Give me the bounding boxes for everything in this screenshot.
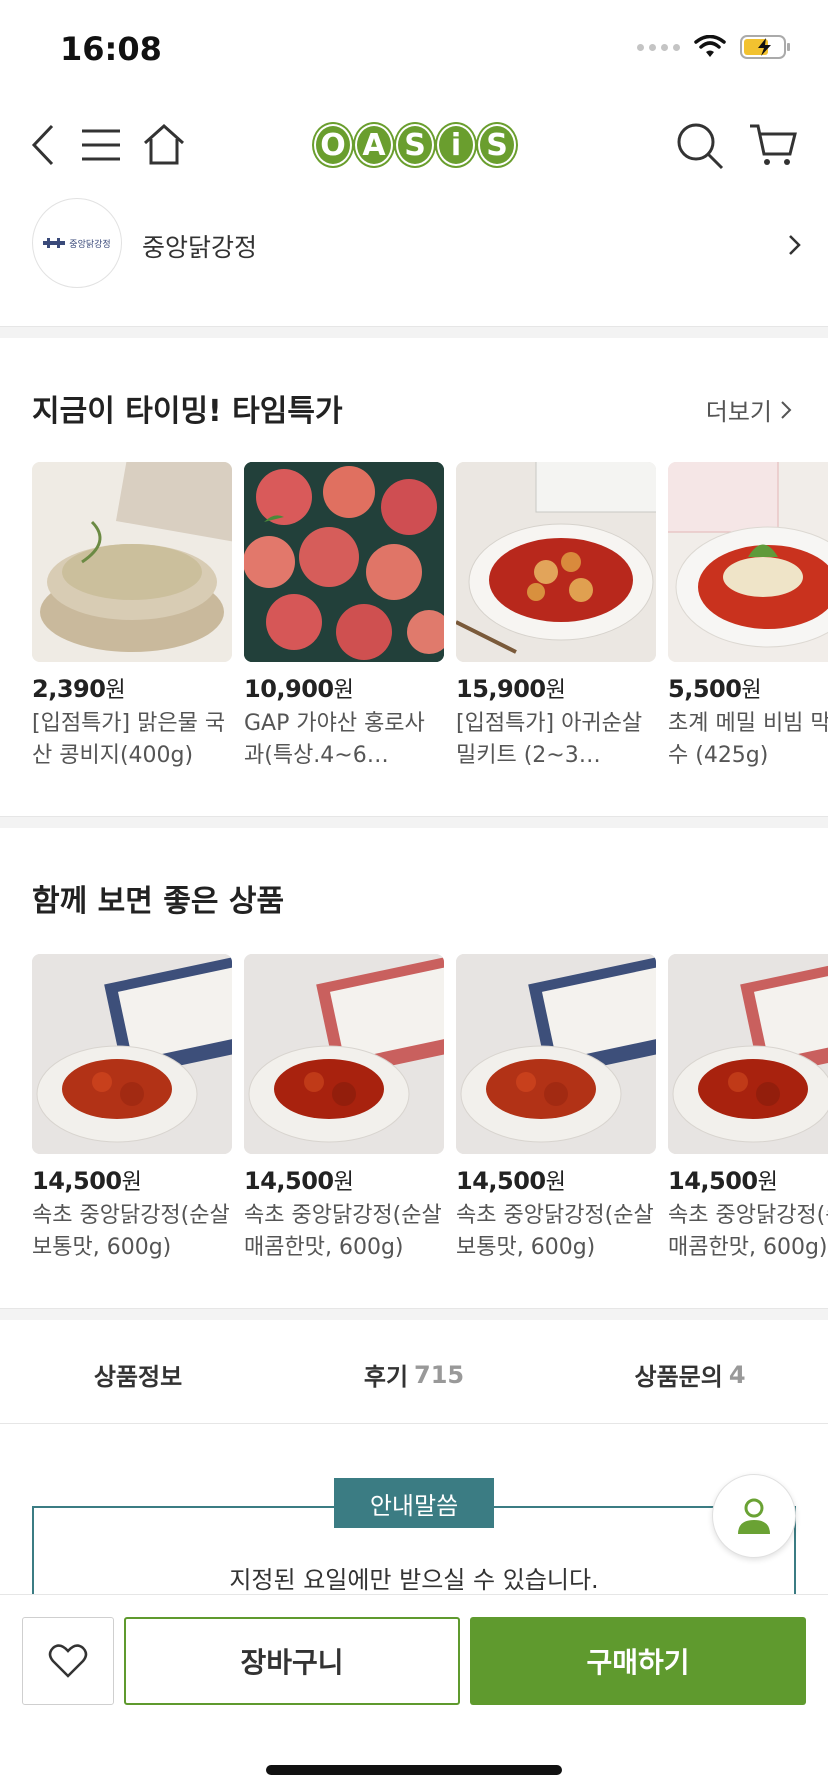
menu-icon[interactable] (82, 128, 120, 162)
logo-letter: S (478, 124, 516, 166)
battery-charging-icon (740, 35, 790, 59)
product-price: 14,500원 (32, 1167, 142, 1195)
logo-letter: i (437, 124, 475, 166)
tab-inquiries[interactable]: 상품문의 4 (552, 1326, 828, 1423)
add-to-cart-button[interactable]: 장바구니 (124, 1617, 460, 1705)
tab-label: 상품정보 (93, 1363, 183, 1391)
tab-count: 4 (728, 1360, 746, 1389)
chevron-right-icon (789, 235, 801, 255)
notice-text: 지정된 요일에만 받으실 수 있습니다. (229, 1566, 599, 1594)
profile-fab[interactable] (712, 1474, 796, 1558)
wishlist-button[interactable] (22, 1617, 114, 1705)
buy-now-button[interactable]: 구매하기 (470, 1617, 806, 1705)
product-card[interactable]: 10,900원 GAP 가야산 홍로사과(특상.4~6… (244, 462, 444, 772)
brand-logo: 중앙닭강정 (32, 198, 122, 288)
chevron-right-icon (781, 400, 792, 419)
product-image (456, 462, 656, 662)
time-deal-list: 2,390원 [입점특가] 맑은물 국산 콩비지(400g) 10,900원 G… (32, 462, 828, 772)
tab-label: 상품문의 (634, 1363, 723, 1391)
product-card[interactable]: 14,500원 속초 중앙닭강정(순살 보통맛, 600g) (456, 954, 656, 1264)
back-icon[interactable] (28, 122, 58, 168)
wifi-icon (694, 35, 726, 57)
product-price: 15,900원 (456, 675, 566, 703)
notice-tag: 안내말씀 (334, 1478, 494, 1528)
product-card[interactable]: 2,390원 [입점특가] 맑은물 국산 콩비지(400g) (32, 462, 232, 772)
tab-product-info[interactable]: 상품정보 (0, 1326, 276, 1423)
product-price: 14,500원 (668, 1167, 778, 1195)
status-time: 16:08 (60, 30, 162, 68)
product-name: GAP 가야산 홍로사과(특상.4~6… (244, 711, 425, 768)
bottom-action-bar: 장바구니 구매하기 (0, 1594, 828, 1792)
product-card[interactable]: 14,500원 속초 중앙닭강정(순살 매콤한맛, 600g) (244, 954, 444, 1264)
product-name: 속초 중앙닭강정(순살 보통맛, 600g) (32, 1203, 230, 1260)
product-name: 초계 메밀 비빔 막국수 (425g) (668, 711, 828, 768)
logo-letter: O (314, 124, 352, 166)
product-image (456, 954, 656, 1154)
product-name: [입점특가] 아귀순살 밀키트 (2~3… (456, 711, 643, 768)
product-image (32, 462, 232, 662)
product-name: 속초 중앙닭강정(순살 보통맛, 600g) (456, 1203, 654, 1260)
section-divider (0, 816, 828, 828)
detail-tabs: 상품정보 후기 715 상품문의 4 (0, 1326, 828, 1424)
tab-count: 715 (414, 1360, 465, 1389)
logo-letter: S (396, 124, 434, 166)
oasis-logo[interactable]: O A S i S (314, 124, 516, 166)
tab-label: 후기 (363, 1363, 409, 1391)
product-price: 2,390원 (32, 675, 126, 703)
brand-emblem-icon (43, 238, 66, 248)
signal-icon (637, 43, 680, 51)
product-name: 속초 중앙닭강정(순살 매콤한맛, 600g) (668, 1203, 828, 1260)
search-icon[interactable] (676, 122, 724, 170)
product-name: 속초 중앙닭강정(순살 매콤한맛, 600g) (244, 1203, 442, 1260)
tab-reviews[interactable]: 후기 715 (276, 1326, 552, 1423)
product-card[interactable]: 15,900원 [입점특가] 아귀순살 밀키트 (2~3… (456, 462, 656, 772)
product-image (244, 462, 444, 662)
section-divider (0, 1308, 828, 1320)
cart-icon[interactable] (748, 122, 798, 168)
home-indicator (266, 1765, 562, 1775)
product-image (32, 954, 232, 1154)
product-price: 5,500원 (668, 675, 762, 703)
product-image (244, 954, 444, 1154)
product-card[interactable]: 14,500원 속초 중앙닭강정(순살 매콤한맛, 600g) (668, 954, 828, 1264)
product-price: 14,500원 (244, 1167, 354, 1195)
brand-logo-text: 중앙닭강정 (69, 239, 111, 250)
more-link[interactable]: 더보기 (706, 392, 792, 427)
status-indicators (637, 34, 792, 60)
home-icon[interactable] (142, 122, 186, 166)
person-icon (738, 1498, 770, 1534)
top-nav: O A S i S (0, 100, 828, 190)
heart-icon (48, 1644, 88, 1678)
product-image (668, 462, 828, 662)
product-image (668, 954, 828, 1154)
product-price: 14,500원 (456, 1167, 566, 1195)
product-card[interactable]: 5,500원 초계 메밀 비빔 막국수 (425g) (668, 462, 828, 772)
brand-name: 중앙닭강정 (142, 233, 258, 262)
related-title: 함께 보면 좋은 상품 (32, 884, 285, 919)
logo-letter: A (355, 124, 393, 166)
time-deal-title: 지금이 타이밍! 타임특가 (32, 394, 343, 429)
related-list: 14,500원 속초 중앙닭강정(순살 보통맛, 600g) 14,500원 속… (32, 954, 828, 1264)
product-name: [입점특가] 맑은물 국산 콩비지(400g) (32, 711, 226, 768)
status-bar: 16:08 (0, 0, 828, 100)
brand-row[interactable]: 중앙닭강정 중앙닭강정 (0, 198, 828, 294)
more-label: 더보기 (705, 398, 772, 426)
section-divider (0, 326, 828, 338)
product-price: 10,900원 (244, 675, 354, 703)
product-card[interactable]: 14,500원 속초 중앙닭강정(순살 보통맛, 600g) (32, 954, 232, 1264)
